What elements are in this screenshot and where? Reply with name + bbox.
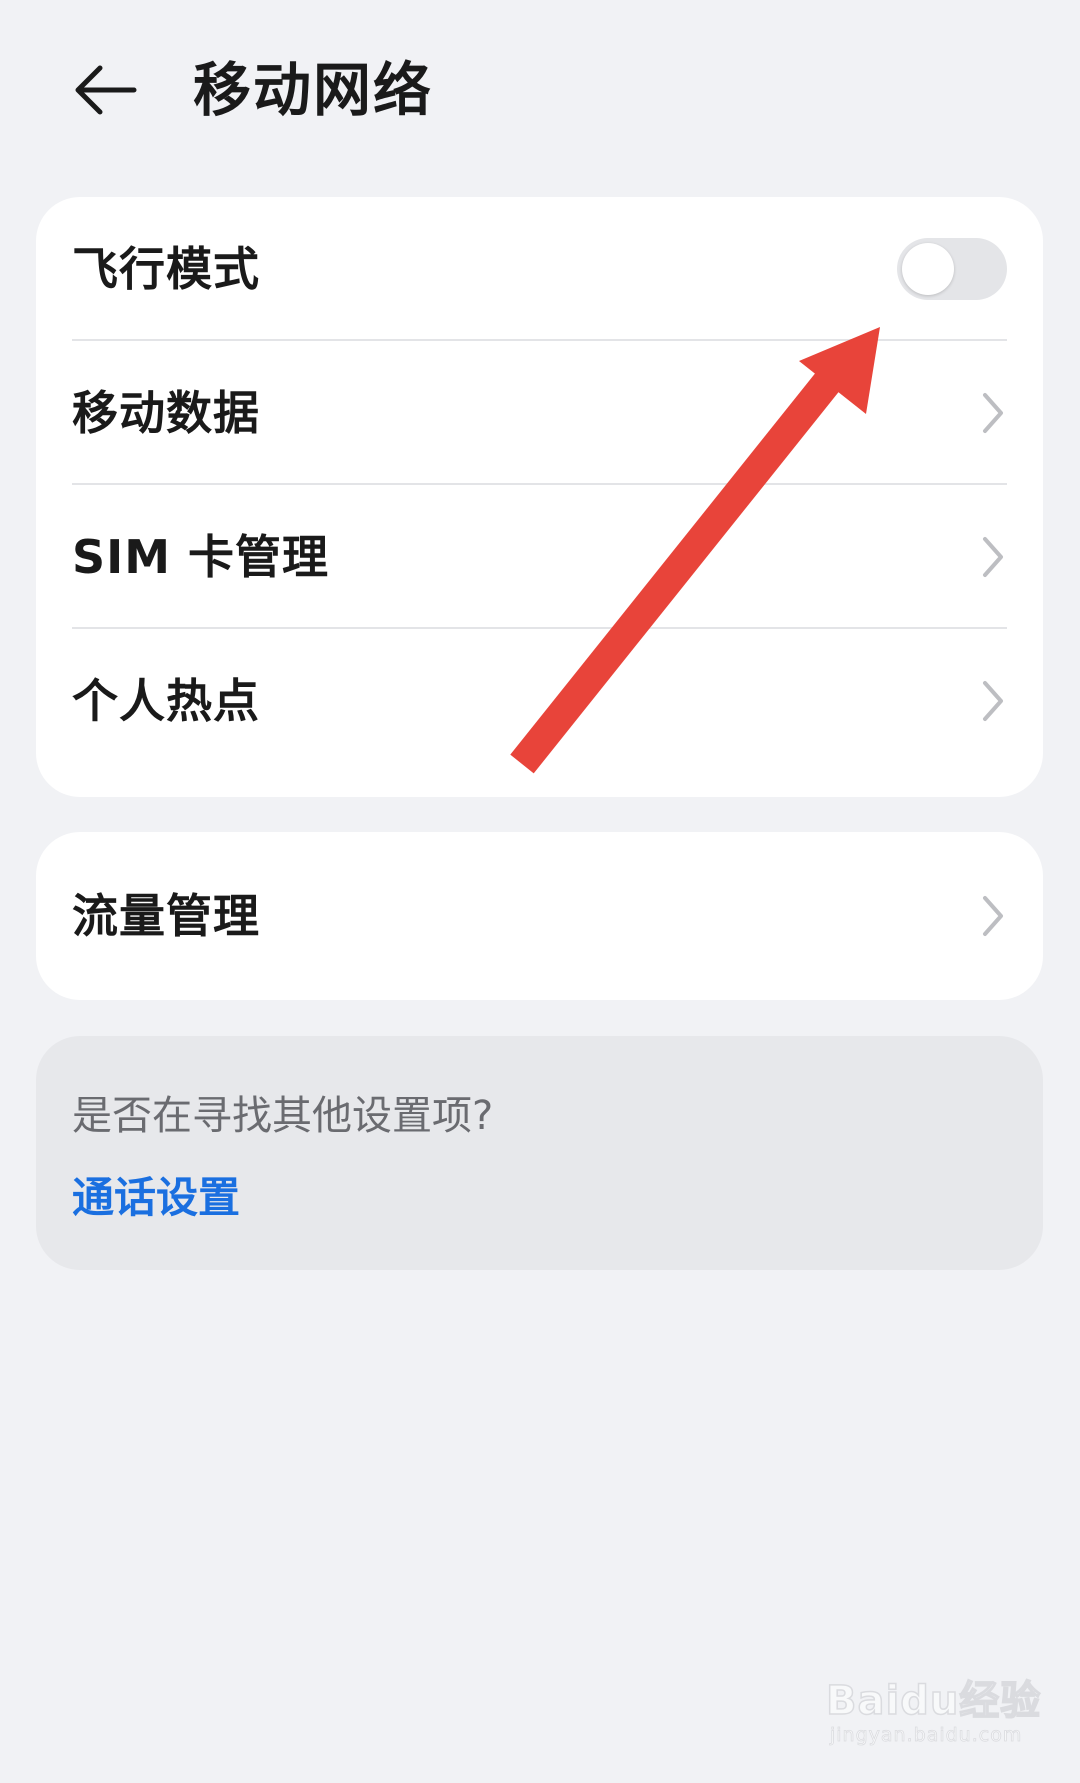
traffic-management-card: 流量管理 [36,832,1043,1000]
chevron-right-icon [983,681,1003,721]
header-bar: 移动网络 [0,0,1080,180]
related-settings-question: 是否在寻找其他设置项? [72,1093,494,1139]
traffic-management-label: 流量管理 [72,889,260,943]
watermark-url: jingyan.baidu.com [830,1724,1023,1747]
toggle-knob [902,243,954,295]
personal-hotspot-row[interactable]: 个人热点 [36,629,1043,797]
airplane-mode-label: 飞行模式 [72,242,260,296]
mobile-network-card: 飞行模式 移动数据 SIM 卡管理 个人热点 [36,197,1043,797]
personal-hotspot-label: 个人热点 [72,674,260,728]
back-button[interactable] [60,45,150,135]
baidu-jingyan-watermark: Baidu经验 jingyan.baidu.com [825,1668,1056,1768]
related-settings-card: 是否在寻找其他设置项? 通话设置 [36,1036,1043,1270]
sim-management-label: SIM 卡管理 [72,530,330,584]
traffic-management-row[interactable]: 流量管理 [36,844,1043,988]
chevron-right-icon [983,393,1003,433]
watermark-logo: Baidu经验 [825,1677,1042,1725]
chevron-right-icon [983,896,1003,936]
mobile-data-row[interactable]: 移动数据 [36,341,1043,485]
call-settings-link[interactable]: 通话设置 [72,1169,240,1227]
airplane-mode-row[interactable]: 飞行模式 [36,197,1043,341]
sim-management-row[interactable]: SIM 卡管理 [36,485,1043,629]
mobile-data-label: 移动数据 [72,386,260,440]
arrow-left-icon [75,65,137,115]
chevron-right-icon [983,537,1003,577]
page-title: 移动网络 [193,56,434,124]
airplane-mode-toggle[interactable] [897,238,1007,300]
